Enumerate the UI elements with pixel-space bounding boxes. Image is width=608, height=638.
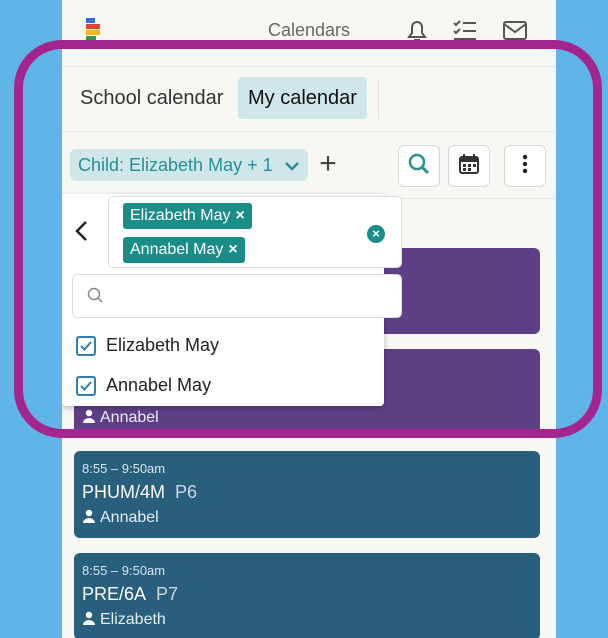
page-title: Calendars — [267, 20, 351, 40]
event-person-name: Annabel — [100, 509, 159, 526]
event-room: P7 — [156, 584, 179, 604]
event-subject: PRE/6A — [82, 584, 147, 604]
event-time: 8:55 – 9:50am — [82, 563, 166, 578]
event-title: PHUM/4M P6 — [82, 482, 197, 503]
person-icon — [82, 611, 96, 630]
event-person: Annabel — [82, 509, 159, 528]
event-time: 8:55 – 9:50am — [82, 461, 166, 476]
event-card[interactable]: 8:55 – 9:50am PHUM/4M P6 Annabel — [74, 451, 540, 538]
person-icon — [82, 509, 96, 528]
bell-icon[interactable] — [404, 18, 430, 42]
event-person: Elizabeth — [82, 611, 166, 630]
event-room: P6 — [175, 482, 198, 502]
highlight-annotation — [14, 40, 602, 438]
checklist-icon[interactable] — [452, 18, 478, 42]
mail-icon[interactable] — [502, 18, 528, 42]
event-card[interactable]: 8:55 – 9:50am PRE/6A P7 Elizabeth — [74, 553, 540, 638]
event-person-name: Elizabeth — [100, 611, 166, 628]
event-title: PRE/6A P7 — [82, 584, 178, 605]
event-subject: PHUM/4M — [82, 482, 166, 502]
